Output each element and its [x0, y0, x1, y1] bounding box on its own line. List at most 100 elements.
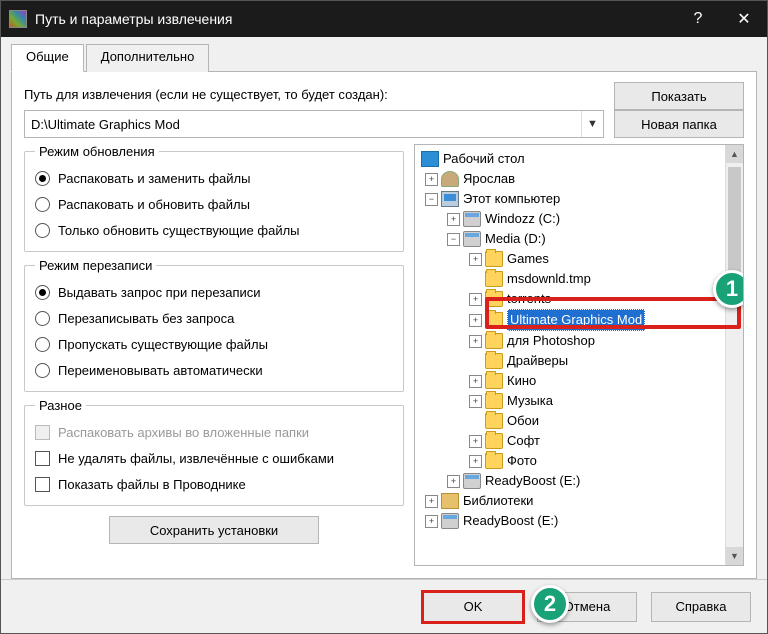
- path-label: Путь для извлечения (если не существует,…: [24, 87, 604, 102]
- tree-node-drive-c[interactable]: +Windozz (C:): [417, 209, 741, 229]
- expand-icon[interactable]: +: [447, 213, 460, 226]
- tree-node-desktop[interactable]: Рабочий стол: [417, 149, 741, 169]
- folder-icon: [485, 333, 503, 349]
- radio-skip[interactable]: Пропускать существующие файлы: [35, 331, 393, 357]
- folder-icon: [485, 353, 503, 369]
- expand-icon[interactable]: +: [469, 253, 482, 266]
- tree-node-folder[interactable]: msdownld.tmp: [417, 269, 741, 289]
- radio-overwrite[interactable]: Перезаписывать без запроса: [35, 305, 393, 331]
- new-folder-button[interactable]: Новая папка: [614, 110, 744, 138]
- chevron-down-icon[interactable]: ▼: [581, 111, 603, 137]
- folder-icon: [485, 251, 503, 267]
- radio-extract-replace[interactable]: Распаковать и заменить файлы: [35, 165, 393, 191]
- radio-rename[interactable]: Переименовывать автоматически: [35, 357, 393, 383]
- folder-icon: [485, 393, 503, 409]
- save-settings-button[interactable]: Сохранить установки: [109, 516, 319, 544]
- folder-icon: [485, 373, 503, 389]
- checkbox-icon: [35, 451, 50, 466]
- user-icon: [441, 171, 459, 187]
- expand-icon[interactable]: +: [469, 435, 482, 448]
- tab-strip: Общие Дополнительно: [11, 44, 757, 72]
- expand-icon[interactable]: +: [469, 395, 482, 408]
- help-button[interactable]: ?: [675, 1, 721, 37]
- expand-icon[interactable]: +: [425, 173, 438, 186]
- tree-node-drive-d[interactable]: −Media (D:): [417, 229, 741, 249]
- tree-node-folder[interactable]: +Games: [417, 249, 741, 269]
- scroll-up-icon[interactable]: ▲: [726, 145, 743, 163]
- titlebar[interactable]: Путь и параметры извлечения ? ✕: [1, 1, 767, 37]
- radio-icon: [35, 285, 50, 300]
- collapse-icon[interactable]: −: [425, 193, 438, 206]
- radio-icon: [35, 197, 50, 212]
- tree-scrollbar[interactable]: ▲ ▼: [725, 145, 743, 565]
- ok-button[interactable]: OK: [423, 592, 523, 622]
- drive-icon: [463, 211, 481, 227]
- check-extract-subfolder: Распаковать архивы во вложенные папки: [35, 419, 393, 445]
- tab-advanced[interactable]: Дополнительно: [86, 44, 210, 72]
- expand-icon[interactable]: +: [425, 515, 438, 528]
- scroll-down-icon[interactable]: ▼: [726, 547, 743, 565]
- window-title: Путь и параметры извлечения: [35, 11, 675, 27]
- tree-node-libraries[interactable]: +Библиотеки: [417, 491, 741, 511]
- check-show-in-explorer[interactable]: Показать файлы в Проводнике: [35, 471, 393, 497]
- left-options: Режим обновления Распаковать и заменить …: [24, 144, 404, 566]
- folder-icon: [485, 453, 503, 469]
- path-combobox[interactable]: ▼: [24, 110, 604, 138]
- drive-icon: [441, 513, 459, 529]
- checkbox-icon: [35, 425, 50, 440]
- tab-panel-general: Путь для извлечения (если не существует,…: [11, 71, 757, 579]
- expand-icon[interactable]: +: [425, 495, 438, 508]
- radio-icon: [35, 223, 50, 238]
- tree-node-folder[interactable]: +Софт: [417, 431, 741, 451]
- group-misc-legend: Разное: [35, 398, 86, 413]
- check-keep-broken[interactable]: Не удалять файлы, извлечённые с ошибками: [35, 445, 393, 471]
- close-button[interactable]: ✕: [721, 1, 767, 37]
- tree-node-folder[interactable]: +Музыка: [417, 391, 741, 411]
- folder-icon: [485, 433, 503, 449]
- help-footer-button[interactable]: Справка: [651, 592, 751, 622]
- client-area: Общие Дополнительно Путь для извлечения …: [1, 37, 767, 579]
- desktop-icon: [421, 151, 439, 167]
- folder-icon: [485, 413, 503, 429]
- callout-badge-1: 1: [713, 270, 744, 308]
- folder-tree[interactable]: Рабочий стол +Ярослав −Этот компьютер +W…: [415, 145, 743, 565]
- callout-badge-2: 2: [531, 585, 569, 623]
- path-input[interactable]: [25, 117, 581, 132]
- tree-node-thispc[interactable]: −Этот компьютер: [417, 189, 741, 209]
- group-misc: Разное Распаковать архивы во вложенные п…: [24, 398, 404, 506]
- tree-node-folder[interactable]: +для Photoshop: [417, 331, 741, 351]
- callout-highlight-1: [485, 297, 741, 329]
- computer-icon: [441, 191, 459, 207]
- tree-node-drive-e2[interactable]: +ReadyBoost (E:): [417, 511, 741, 531]
- scroll-thumb[interactable]: [728, 167, 741, 287]
- tree-node-drive-e[interactable]: +ReadyBoost (E:): [417, 471, 741, 491]
- libraries-icon: [441, 493, 459, 509]
- dialog-footer: OK Отмена Справка 2: [1, 579, 767, 633]
- radio-extract-update[interactable]: Распаковать и обновить файлы: [35, 191, 393, 217]
- radio-update-only[interactable]: Только обновить существующие файлы: [35, 217, 393, 243]
- tree-node-folder[interactable]: +Фото: [417, 451, 741, 471]
- expand-icon[interactable]: +: [469, 455, 482, 468]
- group-update-mode: Режим обновления Распаковать и заменить …: [24, 144, 404, 252]
- expand-icon[interactable]: +: [469, 375, 482, 388]
- radio-icon: [35, 337, 50, 352]
- expand-icon[interactable]: +: [469, 314, 482, 327]
- show-button[interactable]: Показать: [614, 82, 744, 110]
- expand-icon[interactable]: +: [469, 335, 482, 348]
- tree-node-folder[interactable]: Драйверы: [417, 351, 741, 371]
- tree-node-folder[interactable]: Обои: [417, 411, 741, 431]
- expand-icon[interactable]: +: [447, 475, 460, 488]
- radio-ask[interactable]: Выдавать запрос при перезаписи: [35, 279, 393, 305]
- tree-node-user[interactable]: +Ярослав: [417, 169, 741, 189]
- tree-node-folder[interactable]: +Кино: [417, 371, 741, 391]
- radio-icon: [35, 311, 50, 326]
- folder-icon: [485, 271, 503, 287]
- checkbox-icon: [35, 477, 50, 492]
- dialog-window: Путь и параметры извлечения ? ✕ Общие До…: [0, 0, 768, 634]
- collapse-icon[interactable]: −: [447, 233, 460, 246]
- radio-icon: [35, 171, 50, 186]
- expand-icon[interactable]: +: [469, 293, 482, 306]
- radio-icon: [35, 363, 50, 378]
- folder-tree-panel: Рабочий стол +Ярослав −Этот компьютер +W…: [414, 144, 744, 566]
- tab-general[interactable]: Общие: [11, 44, 84, 72]
